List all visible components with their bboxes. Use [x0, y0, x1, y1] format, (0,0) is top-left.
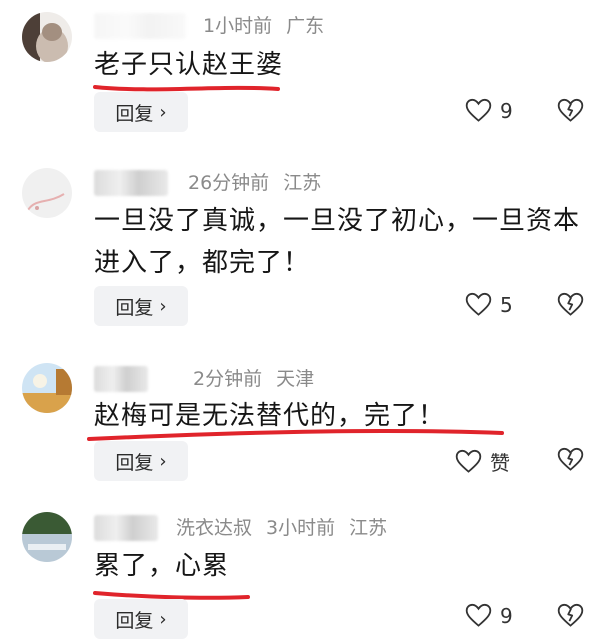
- reply-label: 回复: [115, 296, 154, 319]
- chevron-right-icon: ›: [159, 101, 167, 123]
- username-blurred[interactable]: [94, 515, 158, 541]
- reply-label: 回复: [115, 451, 154, 474]
- comment-meta: 26分钟前 江苏: [188, 170, 321, 196]
- comment-username[interactable]: 洗衣达叔: [176, 517, 252, 539]
- heart-outline-icon: [465, 292, 492, 316]
- comment-meta: 1小时前 广东: [203, 13, 324, 39]
- dislike-button[interactable]: [557, 447, 584, 472]
- username-blurred[interactable]: [94, 366, 148, 392]
- avatar[interactable]: [22, 12, 72, 62]
- avatar[interactable]: [22, 363, 72, 413]
- like-button[interactable]: 9: [465, 603, 513, 628]
- heart-outline-icon: [465, 603, 492, 627]
- reply-button[interactable]: 回复 ›: [94, 441, 188, 481]
- reply-label: 回复: [115, 609, 154, 632]
- comment-text: 累了，心累: [94, 551, 230, 581]
- reply-label: 回复: [115, 102, 154, 125]
- comment-item: 2分钟前 天津 赵梅可是无法替代的，完了！ 回复 › 赞: [0, 355, 600, 495]
- broken-heart-icon: [557, 603, 584, 627]
- username-blurred[interactable]: [94, 13, 186, 39]
- dislike-button[interactable]: [557, 292, 584, 317]
- heart-outline-icon: [455, 449, 482, 473]
- comment-location: 广东: [286, 15, 325, 37]
- comment-meta: 2分钟前 天津: [193, 366, 314, 392]
- like-count: 9: [500, 98, 513, 123]
- like-button[interactable]: 9: [465, 98, 513, 123]
- comment-location: 江苏: [349, 517, 388, 539]
- chevron-right-icon: ›: [159, 295, 167, 317]
- comment-item: 洗衣达叔 3小时前 江苏 累了，心累 回复 › 9: [0, 505, 600, 639]
- comment-location: 江苏: [283, 172, 322, 194]
- like-button[interactable]: 赞: [455, 447, 510, 476]
- broken-heart-icon: [557, 447, 584, 471]
- heart-outline-icon: [465, 98, 492, 122]
- like-button[interactable]: 5: [465, 292, 513, 317]
- comment-item: 1小时前 广东 老子只认赵王婆 回复 › 9: [0, 0, 600, 150]
- dislike-button[interactable]: [557, 603, 584, 628]
- chevron-right-icon: ›: [159, 608, 167, 630]
- reply-button[interactable]: 回复 ›: [94, 599, 188, 639]
- comment-location: 天津: [276, 368, 315, 390]
- broken-heart-icon: [557, 292, 584, 316]
- comment-text: 一旦没了真诚，一旦没了初心，一旦资本进入了，都完了！: [94, 206, 581, 278]
- comment-time: 26分钟前: [188, 172, 270, 194]
- comment-item: 26分钟前 江苏 一旦没了真诚，一旦没了初心，一旦资本进入了，都完了！ 回复 › 5: [0, 160, 600, 340]
- like-count: 5: [500, 292, 513, 317]
- reply-button[interactable]: 回复 ›: [94, 92, 188, 132]
- chevron-right-icon: ›: [159, 450, 167, 472]
- comment-time: 3小时前: [266, 517, 336, 539]
- dislike-button[interactable]: [557, 98, 584, 123]
- comment-time: 2分钟前: [193, 368, 263, 390]
- like-label: 赞: [490, 451, 510, 475]
- username-blurred[interactable]: [94, 170, 168, 196]
- avatar[interactable]: [22, 512, 72, 562]
- comment-meta: 洗衣达叔 3小时前 江苏: [176, 515, 387, 541]
- like-count: 9: [500, 603, 513, 628]
- comment-time: 1小时前: [203, 15, 273, 37]
- avatar[interactable]: [22, 168, 72, 218]
- broken-heart-icon: [557, 98, 584, 122]
- reply-button[interactable]: 回复 ›: [94, 286, 188, 326]
